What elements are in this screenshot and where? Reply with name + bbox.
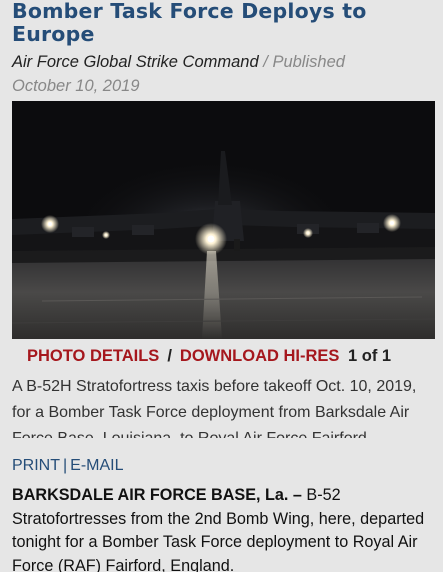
- share-links: PRINT | E-MAIL: [12, 455, 124, 477]
- byline-source[interactable]: Air Force Global Strike Command: [12, 53, 259, 71]
- photo-actions: PHOTO DETAILS / DOWNLOAD HI-RES 1 of 1: [27, 345, 437, 367]
- article-body: BARKSDALE AIR FORCE BASE, La. – B-52 Str…: [12, 484, 434, 572]
- b52-silhouette-photo: [12, 101, 435, 339]
- photo-details-link[interactable]: PHOTO DETAILS: [27, 347, 159, 365]
- article-photo[interactable]: [12, 101, 435, 339]
- photo-counter: 1 of 1: [348, 347, 392, 365]
- photo-actions-separator: /: [167, 347, 172, 365]
- byline: Air Force Global Strike Command / Publis…: [12, 50, 432, 98]
- photo-caption: A B-52H Stratofortress taxis before take…: [12, 378, 417, 438]
- share-separator: |: [63, 457, 68, 474]
- published-label: Published: [272, 53, 345, 71]
- article-title: Bomber Task Force Deploys to Europe: [12, 0, 367, 46]
- published-date: October 10, 2019: [12, 77, 140, 95]
- download-hi-res-link[interactable]: DOWNLOAD HI-RES: [180, 347, 340, 365]
- article-dateline: BARKSDALE AIR FORCE BASE, La. –: [12, 486, 302, 504]
- byline-separator: /: [263, 53, 268, 71]
- print-link[interactable]: PRINT: [12, 457, 60, 474]
- email-link[interactable]: E-MAIL: [70, 457, 123, 474]
